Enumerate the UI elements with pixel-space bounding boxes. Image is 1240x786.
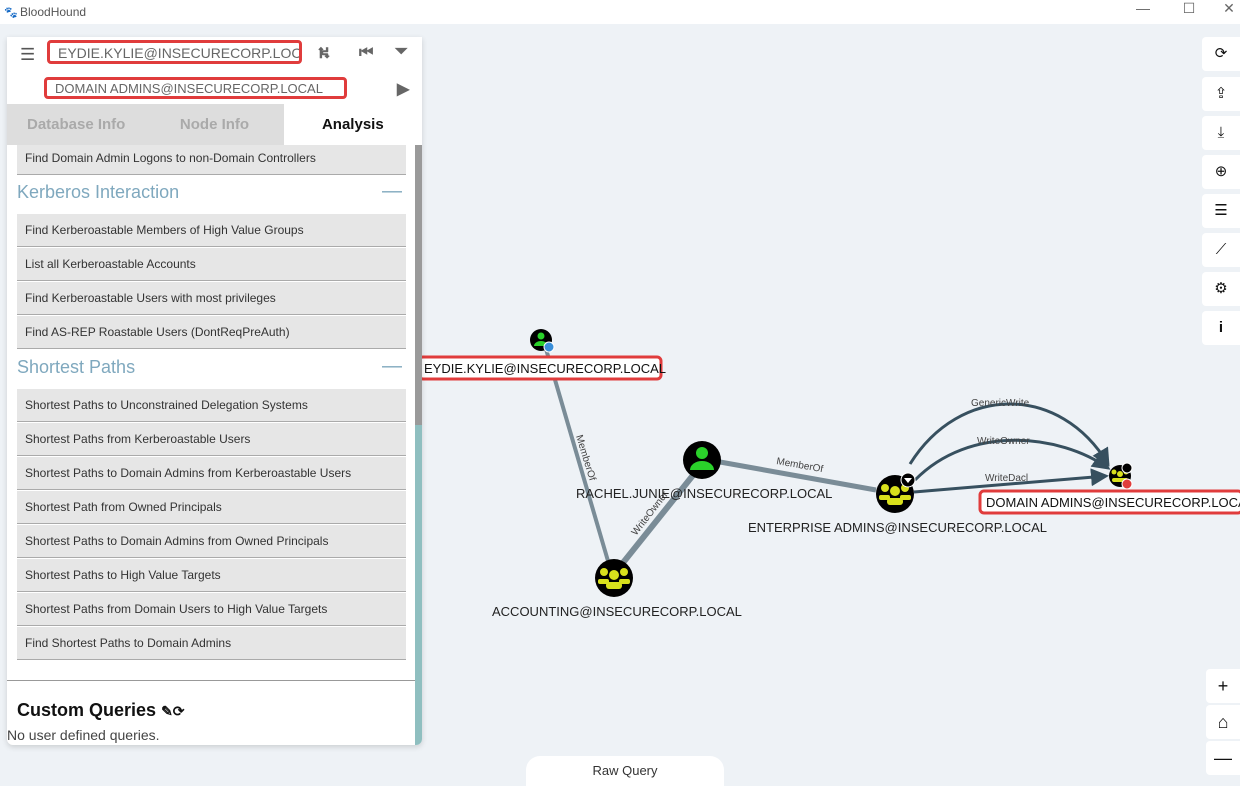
analysis-query-list: Find Domain Admin Logons to non-Domain C… — [7, 145, 415, 682]
high-value-gem-icon — [1121, 462, 1133, 474]
upload-icon[interactable]: ⇪ — [1202, 77, 1240, 111]
no-queries-text: No user defined queries. — [7, 727, 160, 743]
query-item[interactable]: Shortest Paths to High Value Targets — [17, 559, 406, 592]
user-icon — [537, 332, 545, 340]
window-title: BloodHound — [20, 5, 87, 19]
title-bar: 🐾 BloodHound — ☐ ✕ — [0, 0, 1240, 24]
custom-queries-title: Custom Queries — [17, 700, 157, 720]
tab-node-info[interactable]: Node Info — [145, 104, 284, 145]
search-panel: ☰ EYDIE.KYLIE@INSECURECORP.LOCAL DOMAIN … — [7, 37, 422, 745]
pathfinding-road-icon[interactable]: ⛕ — [318, 44, 330, 64]
raw-query-button[interactable]: Raw Query — [526, 756, 724, 786]
refresh-icon[interactable]: ⟳ — [1202, 37, 1240, 71]
settings-icon[interactable]: ⚙ — [1202, 272, 1240, 306]
collapse-icon[interactable]: — — [382, 180, 402, 203]
hamburger-menu-icon[interactable]: ☰ — [20, 45, 35, 65]
section-title: Kerberos Interaction — [17, 182, 180, 202]
edge-label: WriteOwner — [977, 436, 1030, 447]
start-node-search-input[interactable]: EYDIE.KYLIE@INSECURECORP.LOCAL — [47, 40, 302, 64]
target-icon — [1121, 478, 1133, 490]
scrollbar-thumb[interactable] — [415, 145, 422, 425]
node-accounting[interactable]: ACCOUNTING@INSECURECORP.LOCAL — [492, 559, 742, 619]
play-icon[interactable]: ▶ — [397, 79, 409, 99]
node-rachel-junie[interactable]: RACHEL.JUNIE@INSECURECORP.LOCAL — [576, 441, 832, 501]
bloodhound-logo-icon: 🐾 — [4, 6, 18, 19]
close-button[interactable]: ✕ — [1206, 0, 1240, 22]
query-item[interactable]: Find Shortest Paths to Domain Admins — [17, 627, 406, 660]
edge-memberof-rachel-enterprise[interactable]: MemberOf — [719, 456, 877, 493]
owned-pin-icon — [543, 341, 555, 353]
node-domain-admins[interactable]: DOMAIN ADMINS@INSECURECORP.LOCAL — [978, 462, 1240, 515]
query-item[interactable]: Shortest Paths from Kerberoastable Users — [17, 423, 406, 456]
chart-icon[interactable]: ⟋ — [1202, 233, 1240, 267]
tab-bar: Database Info Node Info Analysis — [7, 104, 422, 145]
query-item[interactable]: Find Kerberoastable Users with most priv… — [17, 282, 406, 315]
home-button[interactable]: ⌂ — [1206, 705, 1240, 739]
node-eydie-kylie[interactable]: EYDIE.KYLIE@INSECURECORP.LOCAL — [417, 329, 666, 381]
minimize-button[interactable]: — — [1120, 0, 1166, 22]
edge-label: WriteDacl — [985, 473, 1028, 484]
import-icon[interactable]: ⊕ — [1202, 155, 1240, 189]
custom-queries-header: Custom Queries ✎⟳ — [17, 700, 185, 721]
query-item[interactable]: Shortest Path from Owned Principals — [17, 491, 406, 524]
collapse-icon[interactable]: — — [382, 355, 402, 378]
tab-database-info[interactable]: Database Info — [7, 104, 146, 145]
node-label: DOMAIN ADMINS@INSECURECORP.LOCAL — [986, 495, 1240, 510]
filter-icon[interactable]: ⏷ — [395, 43, 408, 61]
query-item[interactable]: Find AS-REP Roastable Users (DontReqPreA… — [17, 316, 406, 349]
query-item[interactable]: Shortest Paths to Domain Admins from Own… — [17, 525, 406, 558]
divider — [7, 680, 415, 681]
refresh-icon[interactable]: ⟳ — [173, 703, 185, 719]
zoom-in-button[interactable]: + — [1206, 669, 1240, 703]
section-title: Shortest Paths — [17, 357, 136, 377]
query-item[interactable]: Shortest Paths to Unconstrained Delegati… — [17, 389, 406, 422]
node-label: RACHEL.JUNIE@INSECURECORP.LOCAL — [576, 486, 832, 501]
query-item[interactable]: Shortest Paths to Domain Admins from Ker… — [17, 457, 406, 490]
query-item[interactable]: Find Domain Admin Logons to non-Domain C… — [17, 145, 406, 175]
edge-genericwrite[interactable]: GenericWrite — [908, 398, 1110, 467]
target-node-search-input[interactable]: DOMAIN ADMINS@INSECURECORP.LOCAL — [44, 77, 347, 99]
edge-memberof-eydie-accounting[interactable]: MemberOf — [544, 348, 610, 562]
query-item[interactable]: Shortest Paths from Domain Users to High… — [17, 593, 406, 626]
download-icon[interactable]: ⤓ — [1202, 116, 1240, 150]
node-label: ACCOUNTING@INSECURECORP.LOCAL — [492, 604, 742, 619]
node-label: EYDIE.KYLIE@INSECURECORP.LOCAL — [424, 361, 666, 376]
edit-pencil-icon[interactable]: ✎ — [161, 703, 173, 719]
back-icon[interactable]: ⏮ — [359, 44, 373, 62]
node-label: ENTERPRISE ADMINS@INSECURECORP.LOCAL — [748, 520, 1047, 535]
query-item[interactable]: List all Kerberoastable Accounts — [17, 248, 406, 281]
edge-label: GenericWrite — [971, 398, 1030, 409]
tab-analysis[interactable]: Analysis — [283, 104, 422, 145]
user-icon — [696, 447, 708, 459]
zoom-out-button[interactable]: — — [1206, 741, 1240, 775]
section-header-shortest-paths[interactable]: Shortest Paths — — [17, 355, 406, 378]
queries-icon[interactable]: ☰ — [1202, 194, 1240, 228]
section-header-kerberos[interactable]: Kerberos Interaction — — [17, 180, 406, 203]
query-item[interactable]: Find Kerberoastable Members of High Valu… — [17, 214, 406, 247]
edge-writedacl[interactable]: WriteDacl — [913, 468, 1109, 494]
info-icon[interactable]: i — [1202, 311, 1240, 345]
